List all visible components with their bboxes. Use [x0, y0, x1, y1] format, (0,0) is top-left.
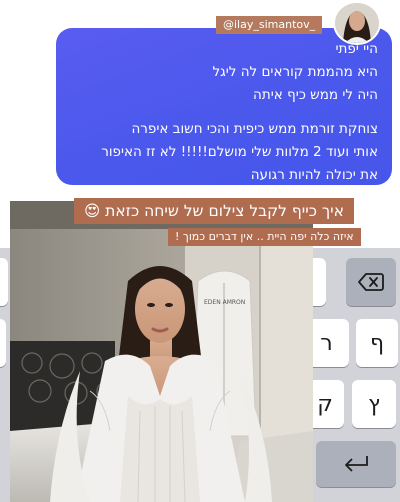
message-line: את יכולה להיות רגועה [250, 167, 378, 183]
avatar[interactable] [333, 1, 381, 45]
return-icon [345, 456, 368, 472]
key-label: ץ [368, 391, 380, 417]
message-line: היי יפתי [335, 41, 379, 57]
return-key[interactable] [316, 441, 396, 487]
key-label: ק [317, 391, 333, 417]
message-line: צוחקת זורמת ממש כיפית והכי חשוב איפרה [131, 121, 378, 137]
message-line: היא מהממת קוראים לה ליגל [212, 64, 378, 80]
message-bubble: היי יפתי היא מהממת קוראים לה ליגל היה לי… [56, 28, 392, 185]
caption-sub: איזה כלה יפה היית .. אין דברים כמוך ! [168, 228, 361, 246]
key-left-row2[interactable] [0, 319, 6, 367]
message-line: אותי ועוד 2 מלוות שלי מושלם!!!!! לא זז ה… [101, 144, 378, 160]
bride-photo: EDEN AMRON [10, 201, 313, 502]
backspace-icon [358, 273, 384, 291]
garment-bag-label: EDEN AMRON [204, 299, 245, 306]
caption-main: איך כייף לקבל צילום של שיחה כזאת 😍 [74, 198, 355, 224]
key-label: ף [369, 330, 385, 356]
bride-photo-illustration: EDEN AMRON [10, 201, 313, 502]
story-canvas: ר ף ק ץ EDEN AMRON היי יפתי היא מהממת קו… [0, 0, 400, 502]
message-line: היה לי ממש כיף איתה [253, 87, 378, 103]
delete-key[interactable] [346, 258, 396, 306]
key-label: ר [320, 330, 333, 356]
avatar-portrait [335, 3, 379, 43]
key-final-tsadi[interactable]: ץ [352, 380, 396, 428]
key-final-pe[interactable]: ף [356, 319, 398, 367]
key-left-edge[interactable] [0, 258, 8, 306]
mention-tag[interactable]: @ilay_simantov_ [216, 16, 323, 34]
